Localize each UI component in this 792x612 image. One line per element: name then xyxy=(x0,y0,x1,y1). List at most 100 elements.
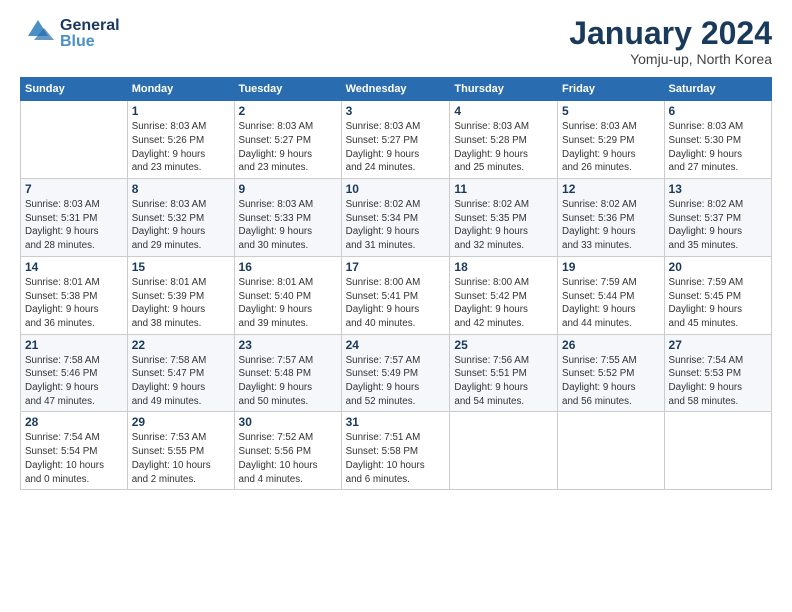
calendar-cell: 7 Sunrise: 8:03 AM Sunset: 5:31 PM Daylig… xyxy=(21,179,128,257)
day-info: Sunrise: 7:53 AM Sunset: 5:55 PM Dayligh… xyxy=(132,431,230,486)
day-number: 22 xyxy=(132,338,230,352)
day-number: 12 xyxy=(562,182,660,196)
day-info: Sunrise: 7:54 AM Sunset: 5:54 PM Dayligh… xyxy=(25,431,123,486)
day-info: Sunrise: 8:03 AM Sunset: 5:28 PM Dayligh… xyxy=(454,120,553,175)
day-info: Sunrise: 8:01 AM Sunset: 5:40 PM Dayligh… xyxy=(239,276,337,331)
day-info: Sunrise: 7:55 AM Sunset: 5:52 PM Dayligh… xyxy=(562,354,660,409)
weekday-header-friday: Friday xyxy=(558,78,665,101)
day-number: 3 xyxy=(346,104,446,118)
day-number: 17 xyxy=(346,260,446,274)
weekday-header-tuesday: Tuesday xyxy=(234,78,341,101)
calendar-week-row: 21 Sunrise: 7:58 AM Sunset: 5:46 PM Dayli… xyxy=(21,334,772,412)
calendar-cell: 2Sunrise: 8:03 AM Sunset: 5:27 PM Daylig… xyxy=(234,101,341,179)
day-number: 25 xyxy=(454,338,553,352)
day-number: 31 xyxy=(346,415,446,429)
day-number: 15 xyxy=(132,260,230,274)
day-info: Sunrise: 8:01 AM Sunset: 5:38 PM Dayligh… xyxy=(25,276,123,331)
day-info: Sunrise: 7:51 AM Sunset: 5:58 PM Dayligh… xyxy=(346,431,446,486)
calendar-cell: 3 Sunrise: 8:03 AM Sunset: 5:27 PM Daylig… xyxy=(341,101,450,179)
calendar-cell: 24 Sunrise: 7:57 AM Sunset: 5:49 PM Dayli… xyxy=(341,334,450,412)
day-info: Sunrise: 8:01 AM Sunset: 5:39 PM Dayligh… xyxy=(132,276,230,331)
day-info: Sunrise: 7:57 AM Sunset: 5:49 PM Dayligh… xyxy=(346,354,446,409)
day-info: Sunrise: 7:58 AM Sunset: 5:46 PM Dayligh… xyxy=(25,354,123,409)
weekday-header-row: SundayMondayTuesdayWednesdayThursdayFrid… xyxy=(21,78,772,101)
day-info: Sunrise: 7:52 AM Sunset: 5:56 PM Dayligh… xyxy=(239,431,337,486)
day-info: Sunrise: 7:59 AM Sunset: 5:44 PM Dayligh… xyxy=(562,276,660,331)
calendar-cell: 13Sunrise: 8:02 AM Sunset: 5:37 PM Dayli… xyxy=(664,179,771,257)
day-info: Sunrise: 8:03 AM Sunset: 5:27 PM Dayligh… xyxy=(346,120,446,175)
calendar-week-row: 1 Sunrise: 8:03 AM Sunset: 5:26 PM Daylig… xyxy=(21,101,772,179)
day-info: Sunrise: 8:03 AM Sunset: 5:32 PM Dayligh… xyxy=(132,198,230,253)
day-number: 24 xyxy=(346,338,446,352)
weekday-header-saturday: Saturday xyxy=(664,78,771,101)
calendar-cell: 26 Sunrise: 7:55 AM Sunset: 5:52 PM Dayli… xyxy=(558,334,665,412)
day-number: 6 xyxy=(669,104,767,118)
title-block: January 2024 Yomju-up, North Korea xyxy=(569,16,772,67)
day-number: 11 xyxy=(454,182,553,196)
day-number: 20 xyxy=(669,260,767,274)
day-number: 13 xyxy=(669,182,767,196)
logo: General Blue xyxy=(20,16,120,52)
calendar-cell: 4 Sunrise: 8:03 AM Sunset: 5:28 PM Daylig… xyxy=(450,101,558,179)
calendar-cell: 8 Sunrise: 8:03 AM Sunset: 5:32 PM Daylig… xyxy=(127,179,234,257)
calendar-cell: 29 Sunrise: 7:53 AM Sunset: 5:55 PM Dayli… xyxy=(127,412,234,490)
day-info: Sunrise: 8:03 AM Sunset: 5:33 PM Dayligh… xyxy=(239,198,337,253)
day-number: 23 xyxy=(239,338,337,352)
day-number: 29 xyxy=(132,415,230,429)
weekday-header-sunday: Sunday xyxy=(21,78,128,101)
calendar-cell: 5Sunrise: 8:03 AM Sunset: 5:29 PM Daylig… xyxy=(558,101,665,179)
day-number: 21 xyxy=(25,338,123,352)
logo-general-text: General xyxy=(60,18,120,34)
day-number: 26 xyxy=(562,338,660,352)
day-info: Sunrise: 8:03 AM Sunset: 5:26 PM Dayligh… xyxy=(132,120,230,175)
subtitle: Yomju-up, North Korea xyxy=(569,51,772,67)
day-number: 7 xyxy=(25,182,123,196)
day-number: 14 xyxy=(25,260,123,274)
calendar-cell: 19Sunrise: 7:59 AM Sunset: 5:44 PM Dayli… xyxy=(558,256,665,334)
day-info: Sunrise: 8:00 AM Sunset: 5:42 PM Dayligh… xyxy=(454,276,553,331)
calendar-cell: 23Sunrise: 7:57 AM Sunset: 5:48 PM Dayli… xyxy=(234,334,341,412)
day-info: Sunrise: 8:03 AM Sunset: 5:31 PM Dayligh… xyxy=(25,198,123,253)
calendar-cell xyxy=(450,412,558,490)
calendar-cell: 18 Sunrise: 8:00 AM Sunset: 5:42 PM Dayli… xyxy=(450,256,558,334)
weekday-header-wednesday: Wednesday xyxy=(341,78,450,101)
calendar-cell: 12Sunrise: 8:02 AM Sunset: 5:36 PM Dayli… xyxy=(558,179,665,257)
calendar-cell: 11 Sunrise: 8:02 AM Sunset: 5:35 PM Dayli… xyxy=(450,179,558,257)
day-info: Sunrise: 8:02 AM Sunset: 5:34 PM Dayligh… xyxy=(346,198,446,253)
day-number: 28 xyxy=(25,415,123,429)
calendar-cell: 21 Sunrise: 7:58 AM Sunset: 5:46 PM Dayli… xyxy=(21,334,128,412)
calendar-week-row: 14 Sunrise: 8:01 AM Sunset: 5:38 PM Dayli… xyxy=(21,256,772,334)
day-number: 16 xyxy=(239,260,337,274)
page: General Blue January 2024 Yomju-up, Nort… xyxy=(0,0,792,612)
calendar-cell: 10 Sunrise: 8:02 AM Sunset: 5:34 PM Dayli… xyxy=(341,179,450,257)
calendar-week-row: 28 Sunrise: 7:54 AM Sunset: 5:54 PM Dayli… xyxy=(21,412,772,490)
calendar-cell: 16 Sunrise: 8:01 AM Sunset: 5:40 PM Dayli… xyxy=(234,256,341,334)
day-number: 10 xyxy=(346,182,446,196)
calendar-cell: 15 Sunrise: 8:01 AM Sunset: 5:39 PM Dayli… xyxy=(127,256,234,334)
calendar-cell: 31 Sunrise: 7:51 AM Sunset: 5:58 PM Dayli… xyxy=(341,412,450,490)
day-info: Sunrise: 8:03 AM Sunset: 5:30 PM Dayligh… xyxy=(669,120,767,175)
calendar-week-row: 7 Sunrise: 8:03 AM Sunset: 5:31 PM Daylig… xyxy=(21,179,772,257)
day-info: Sunrise: 7:56 AM Sunset: 5:51 PM Dayligh… xyxy=(454,354,553,409)
calendar-cell: 6 Sunrise: 8:03 AM Sunset: 5:30 PM Daylig… xyxy=(664,101,771,179)
day-number: 9 xyxy=(239,182,337,196)
calendar-cell: 22Sunrise: 7:58 AM Sunset: 5:47 PM Dayli… xyxy=(127,334,234,412)
day-number: 4 xyxy=(454,104,553,118)
logo-name: General Blue xyxy=(60,18,120,50)
calendar-table: SundayMondayTuesdayWednesdayThursdayFrid… xyxy=(20,77,772,490)
calendar-cell: 28 Sunrise: 7:54 AM Sunset: 5:54 PM Dayli… xyxy=(21,412,128,490)
calendar-cell: 20Sunrise: 7:59 AM Sunset: 5:45 PM Dayli… xyxy=(664,256,771,334)
day-number: 18 xyxy=(454,260,553,274)
calendar-cell xyxy=(664,412,771,490)
day-info: Sunrise: 8:02 AM Sunset: 5:35 PM Dayligh… xyxy=(454,198,553,253)
day-info: Sunrise: 8:03 AM Sunset: 5:27 PM Dayligh… xyxy=(239,120,337,175)
logo-icon xyxy=(20,16,56,52)
day-number: 27 xyxy=(669,338,767,352)
calendar-cell: 1 Sunrise: 8:03 AM Sunset: 5:26 PM Daylig… xyxy=(127,101,234,179)
calendar-cell: 9 Sunrise: 8:03 AM Sunset: 5:33 PM Daylig… xyxy=(234,179,341,257)
day-number: 1 xyxy=(132,104,230,118)
day-number: 30 xyxy=(239,415,337,429)
calendar-cell: 17Sunrise: 8:00 AM Sunset: 5:41 PM Dayli… xyxy=(341,256,450,334)
day-number: 8 xyxy=(132,182,230,196)
calendar-cell xyxy=(558,412,665,490)
